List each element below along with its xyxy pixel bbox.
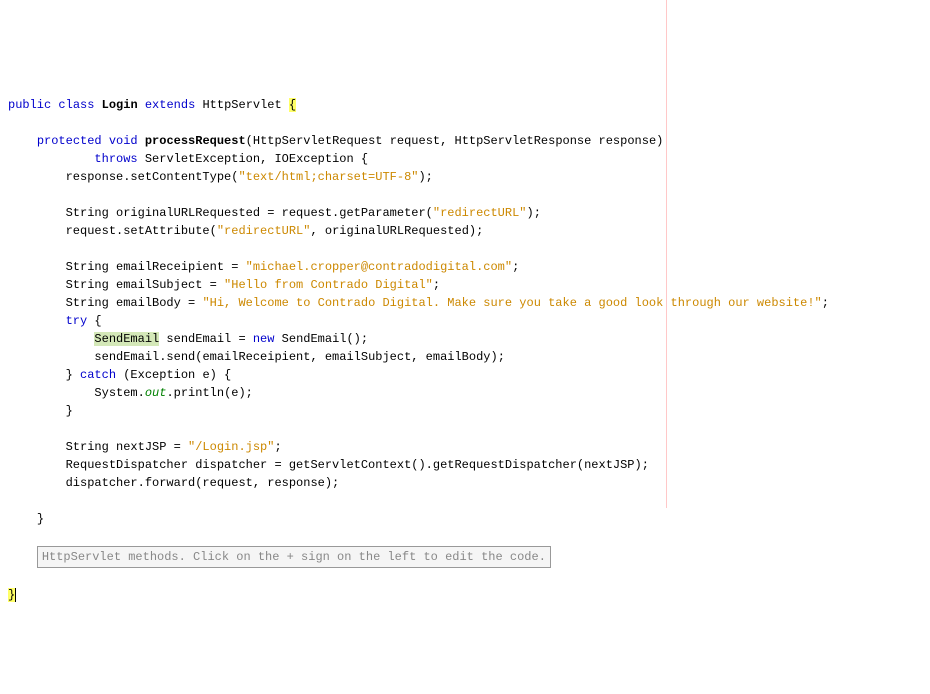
line-setcontenttype-a: response.setContentType( [66, 170, 239, 184]
se-ctor: SendEmail(); [274, 332, 368, 346]
superclass: HttpServlet [202, 98, 281, 112]
semi-3: ; [822, 296, 829, 310]
line-subj-a: String emailSubject = [66, 278, 224, 292]
kw-public: public [8, 98, 51, 112]
brace-method-close: } [37, 512, 44, 526]
se-decl: sendEmail = [159, 332, 253, 346]
brace-try-close: } [66, 368, 73, 382]
str-contenttype: "text/html;charset=UTF-8" [238, 170, 418, 184]
kw-extends: extends [145, 98, 195, 112]
text-cursor [15, 588, 16, 602]
sout-b: .println(e); [166, 386, 252, 400]
str-nextjsp: "/Login.jsp" [188, 440, 274, 454]
class-name: Login [102, 98, 138, 112]
brace-try: { [94, 314, 101, 328]
semi-2: ; [433, 278, 440, 292]
catch-params: (Exception e) { [116, 368, 231, 382]
line-orig-b: ); [527, 206, 541, 220]
sout-a: System. [94, 386, 144, 400]
line-setattr-b: , originalURLRequested); [310, 224, 483, 238]
line-setcontenttype-b: ); [418, 170, 432, 184]
method-params: (HttpServletRequest request, HttpServlet… [246, 134, 664, 148]
kw-protected: protected [37, 134, 102, 148]
semi-1: ; [512, 260, 519, 274]
str-redirecturl-1: "redirectURL" [433, 206, 527, 220]
se-send: sendEmail.send(emailReceipient, emailSub… [94, 350, 504, 364]
kw-try: try [66, 314, 88, 328]
line-dispatcher: RequestDispatcher dispatcher = getServle… [66, 458, 649, 472]
str-recip: "michael.cropper@contradodigital.com" [246, 260, 512, 274]
kw-class: class [58, 98, 94, 112]
kw-void: void [109, 134, 138, 148]
method-name: processRequest [145, 134, 246, 148]
italic-out: out [145, 386, 167, 400]
kw-new: new [253, 332, 275, 346]
brace-catch-close: } [66, 404, 73, 418]
brace-close-highlight: } [8, 588, 15, 602]
str-redirecturl-2: "redirectURL" [217, 224, 311, 238]
line-forward: dispatcher.forward(request, response); [66, 476, 340, 490]
throws-list: ServletException, IOException { [145, 152, 368, 166]
sendemail-type-hl: SendEmail [94, 332, 159, 346]
code-area: public class Login extends HttpServlet {… [8, 96, 922, 604]
folded-region[interactable]: HttpServlet methods. Click on the + sign… [37, 546, 551, 568]
print-margin-line [666, 0, 667, 508]
brace-open-highlight: { [289, 98, 296, 112]
str-subj: "Hello from Contrado Digital" [224, 278, 433, 292]
kw-throws: throws [94, 152, 137, 166]
line-body-a: String emailBody = [66, 296, 203, 310]
line-orig-a: String originalURLRequested = request.ge… [66, 206, 433, 220]
line-nextjsp-a: String nextJSP = [66, 440, 188, 454]
semi-4: ; [274, 440, 281, 454]
kw-catch: catch [80, 368, 116, 382]
line-setattr-a: request.setAttribute( [66, 224, 217, 238]
str-body: "Hi, Welcome to Contrado Digital. Make s… [202, 296, 821, 310]
line-recip-a: String emailReceipient = [66, 260, 246, 274]
